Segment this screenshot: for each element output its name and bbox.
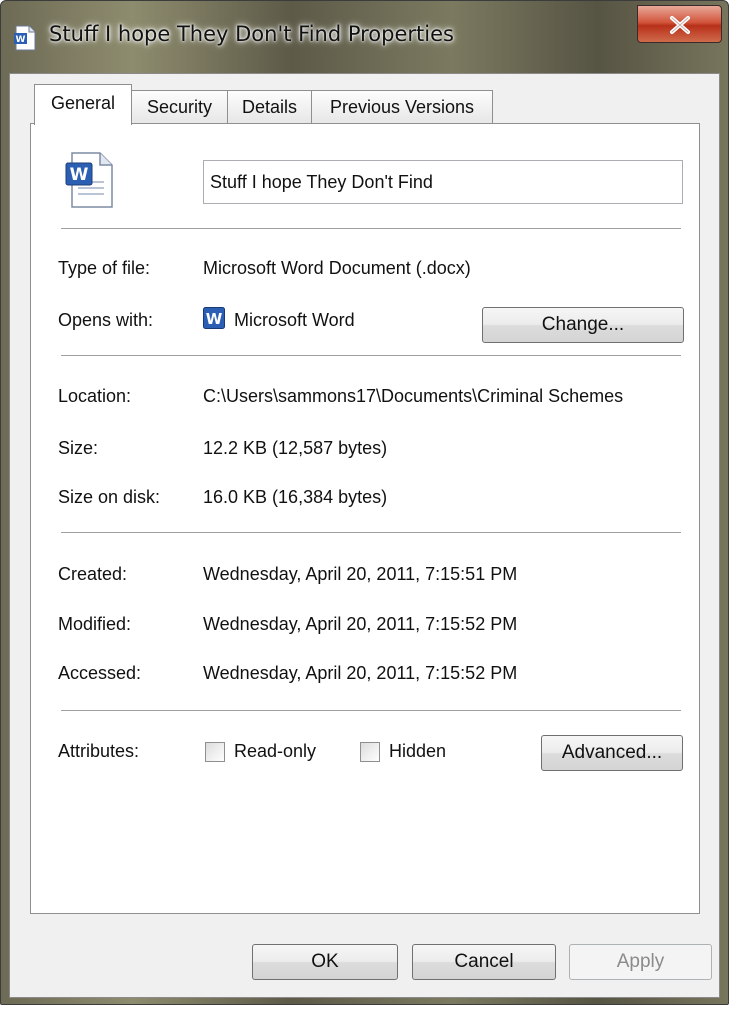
tab-previous-versions[interactable]: Previous Versions xyxy=(311,90,493,124)
word-document-icon: W xyxy=(13,25,37,51)
location-label: Location: xyxy=(58,386,132,406)
window-title: Stuff I hope They Don't Find Properties xyxy=(49,22,454,46)
tab-general[interactable]: General xyxy=(34,84,132,125)
svg-text:W: W xyxy=(206,310,223,328)
apply-button[interactable]: Apply xyxy=(569,944,712,980)
general-tab-panel: W Type of file: Microsoft Word Document … xyxy=(30,123,700,914)
modified-label: Modified: xyxy=(58,614,132,634)
opens-with-value: Microsoft Word xyxy=(234,310,355,330)
properties-window: W Stuff I hope They Don't Find Propertie… xyxy=(0,0,729,1005)
type-of-file-label: Type of file: xyxy=(58,258,151,278)
separator xyxy=(61,532,681,533)
svg-text:W: W xyxy=(16,35,26,45)
created-value: Wednesday, April 20, 2011, 7:15:51 PM xyxy=(203,564,518,584)
size-on-disk-value: 16.0 KB (16,384 bytes) xyxy=(203,487,388,507)
cancel-button[interactable]: Cancel xyxy=(412,944,556,980)
file-name-input[interactable] xyxy=(203,160,683,204)
type-of-file-value: Microsoft Word Document (.docx) xyxy=(203,258,471,278)
dialog-client-area: General Security Details Previous Versio… xyxy=(9,73,720,998)
title-bar[interactable]: W Stuff I hope They Don't Find Propertie… xyxy=(1,1,728,73)
accessed-value: Wednesday, April 20, 2011, 7:15:52 PM xyxy=(203,663,518,683)
microsoft-word-icon: W xyxy=(203,307,225,329)
tab-details[interactable]: Details xyxy=(227,90,312,124)
close-icon xyxy=(670,16,690,34)
svg-text:W: W xyxy=(70,165,89,185)
size-label: Size: xyxy=(58,438,99,458)
accessed-label: Accessed: xyxy=(58,663,142,683)
read-only-label[interactable]: Read-only xyxy=(234,741,316,762)
read-only-checkbox[interactable] xyxy=(205,742,225,762)
advanced-button[interactable]: Advanced... xyxy=(541,735,683,771)
change-button[interactable]: Change... xyxy=(482,307,684,343)
separator xyxy=(61,355,681,356)
location-value: C:\Users\sammons17\Documents\Criminal Sc… xyxy=(203,386,624,406)
close-button[interactable] xyxy=(637,5,722,43)
separator xyxy=(61,710,681,711)
opens-with-label: Opens with: xyxy=(58,310,154,330)
size-on-disk-label: Size on disk: xyxy=(58,487,161,507)
created-label: Created: xyxy=(58,564,128,584)
hidden-checkbox[interactable] xyxy=(360,742,380,762)
word-document-icon: W xyxy=(64,151,116,209)
separator xyxy=(61,228,681,229)
ok-button[interactable]: OK xyxy=(252,944,398,980)
modified-value: Wednesday, April 20, 2011, 7:15:52 PM xyxy=(203,614,518,634)
size-value: 12.2 KB (12,587 bytes) xyxy=(203,438,388,458)
tab-security[interactable]: Security xyxy=(131,90,228,124)
hidden-label[interactable]: Hidden xyxy=(389,741,446,762)
attributes-label: Attributes: xyxy=(58,741,140,761)
